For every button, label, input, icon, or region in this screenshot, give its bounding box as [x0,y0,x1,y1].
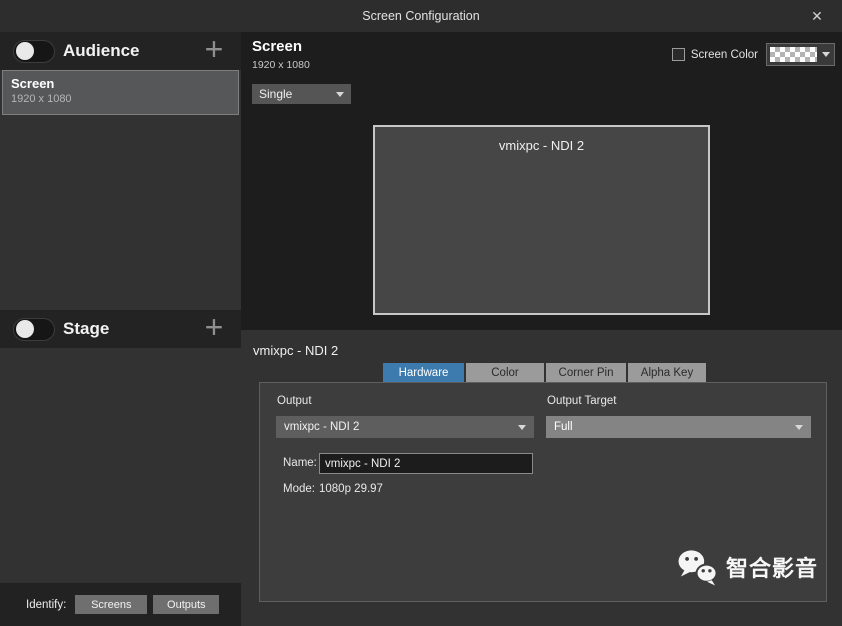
stage-label: Stage [63,319,110,338]
output-label: Output [277,395,312,407]
toggle-knob [16,42,34,60]
watermark: 智合影音 [677,548,818,586]
close-icon[interactable]: ✕ [804,5,830,27]
sidebar: Audience + Screen 1920 x 1080 Stage + Id… [0,29,241,626]
identify-screens-button[interactable]: Screens [75,595,148,614]
name-label: Name: [283,457,317,469]
layout-mode-dropdown[interactable]: Single [252,84,351,104]
screen-settings-area: Screen 1920 x 1080 Screen Color Single v… [241,32,842,330]
transparency-swatch [770,47,817,62]
tabbar: Hardware Color Corner Pin Alpha Key [383,363,706,383]
audience-label: Audience [63,41,140,60]
preview-output-label: vmixpc - NDI 2 [498,138,585,153]
watermark-text: 智合影音 [725,556,818,581]
chevron-down-icon [795,424,803,430]
page-title: Screen [252,38,303,55]
stage-header: Stage + [0,307,241,348]
output-section-title: vmixpc - NDI 2 [253,343,339,358]
screen-item-title: Screen [11,76,55,91]
output-target-label: Output Target [547,395,617,407]
tab-alpha-key[interactable]: Alpha Key [628,363,706,383]
output-target-value: Full [554,421,573,433]
identify-bar: Identify: Screens Outputs [0,583,241,626]
name-input[interactable] [319,453,533,474]
add-audience-screen-icon[interactable]: + [199,29,229,69]
output-target-dropdown[interactable]: Full [546,416,811,438]
chevron-down-icon [336,91,344,97]
tab-corner-pin[interactable]: Corner Pin [546,363,626,383]
audience-header: Audience + [0,29,241,70]
screen-item-resolution: 1920 x 1080 [11,93,72,105]
layout-mode-value: Single [259,87,293,101]
output-value: vmixpc - NDI 2 [284,421,360,433]
output-dropdown[interactable]: vmixpc - NDI 2 [276,416,534,438]
screen-color-group: Screen Color [671,43,835,66]
wechat-icon [678,550,718,586]
window-title: Screen Configuration [362,9,480,23]
screen-configuration-dialog: Screen Configuration ✕ Audience + Screen… [0,0,842,626]
chevron-down-icon [518,424,526,430]
hardware-panel: Output vmixpc - NDI 2 Output Target Full… [259,382,827,602]
identify-outputs-button[interactable]: Outputs [153,595,220,614]
output-settings-area: vmixpc - NDI 2 Hardware Color Corner Pin… [241,330,842,626]
chevron-down-icon [822,52,830,57]
tab-color[interactable]: Color [466,363,544,383]
mode-value: 1080p 29.97 [319,483,383,495]
sidebar-item-screen[interactable]: Screen 1920 x 1080 [2,70,239,115]
identify-label: Identify: [26,598,67,611]
page-resolution: 1920 x 1080 [252,59,310,71]
toggle-knob [16,320,34,338]
stage-toggle[interactable] [13,317,55,341]
add-stage-screen-icon[interactable]: + [199,307,229,347]
screen-color-swatch-dropdown[interactable] [766,43,835,66]
tab-hardware[interactable]: Hardware [383,363,464,383]
mode-label: Mode: [283,483,315,495]
titlebar: Screen Configuration ✕ [0,0,842,32]
screen-preview[interactable]: vmixpc - NDI 2 [373,125,710,315]
screen-color-label: Screen Color [690,48,758,61]
audience-toggle[interactable] [13,39,55,63]
screen-color-checkbox[interactable] [671,48,685,61]
